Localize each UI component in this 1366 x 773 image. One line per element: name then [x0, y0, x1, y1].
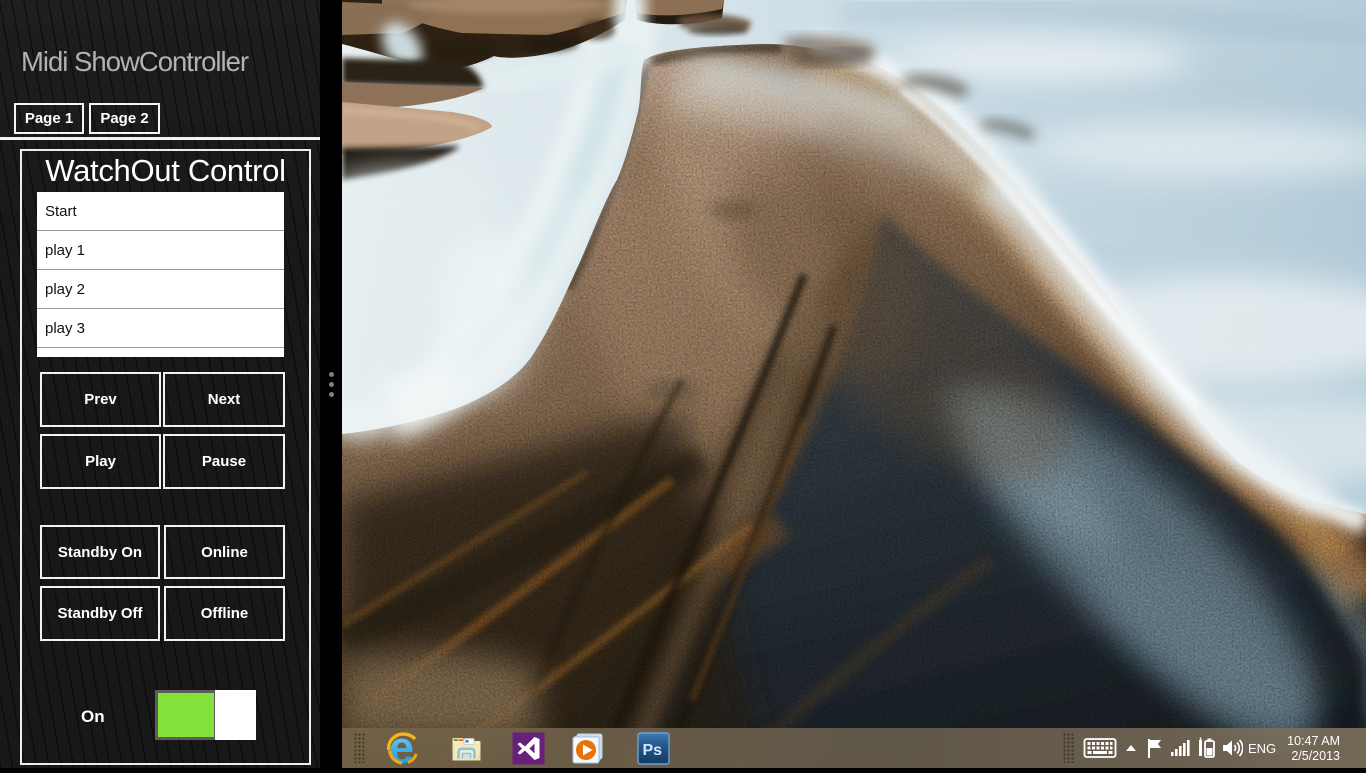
- svg-text:Ps: Ps: [643, 742, 663, 759]
